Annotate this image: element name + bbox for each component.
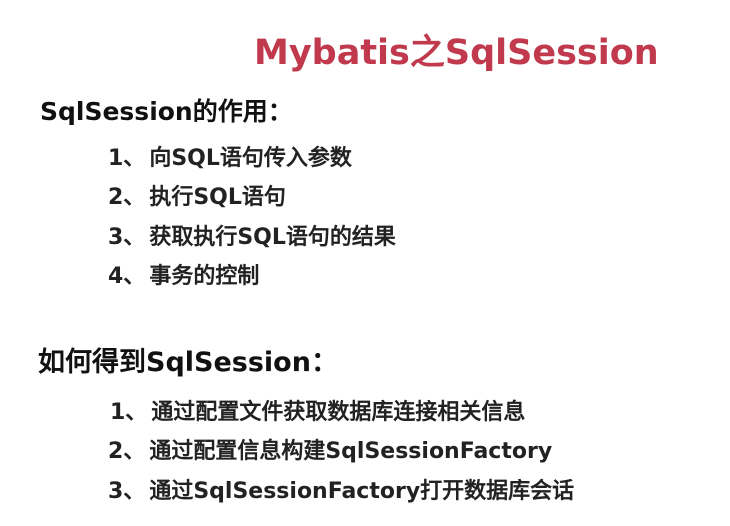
section-heading-obtain: 如何得到SqlSession：	[38, 347, 338, 378]
section-heading-role: SqlSession的作用：	[40, 97, 293, 126]
list-item-text: 执行SQL语句	[149, 185, 286, 210]
list-item-text: 事务的控制	[149, 264, 260, 289]
list-item: 1、 向SQL语句传入参数	[108, 140, 352, 172]
list-item: 1、 通过配置文件获取数据库连接相关信息	[110, 394, 525, 426]
list-item-text: 通过配置信息构建SqlSessionFactory	[149, 439, 553, 464]
list-item: 4、 事务的控制	[108, 258, 259, 290]
list-item-number: 3、	[108, 225, 146, 250]
list-item-number: 1、	[108, 146, 146, 171]
list-item-number: 2、	[108, 185, 146, 210]
list-item-text: 通过配置文件获取数据库连接相关信息	[151, 400, 526, 425]
list-item: 2、 通过配置信息构建SqlSessionFactory	[108, 433, 552, 465]
list-item-number: 2、	[108, 439, 146, 464]
list-item: 3、 通过SqlSessionFactory打开数据库会话	[108, 473, 574, 505]
list-item-text: 向SQL语句传入参数	[149, 146, 352, 171]
list-item: 2、 执行SQL语句	[108, 179, 286, 211]
list-item-number: 3、	[108, 479, 146, 504]
list-item-number: 1、	[110, 400, 148, 425]
list-item-number: 4、	[108, 264, 146, 289]
list-item-text: 通过SqlSessionFactory打开数据库会话	[149, 479, 575, 504]
list-item-text: 获取执行SQL语句的结果	[149, 225, 396, 250]
list-item: 3、 获取执行SQL语句的结果	[108, 219, 396, 251]
slide-title: Mybatis之SqlSession	[254, 33, 659, 73]
